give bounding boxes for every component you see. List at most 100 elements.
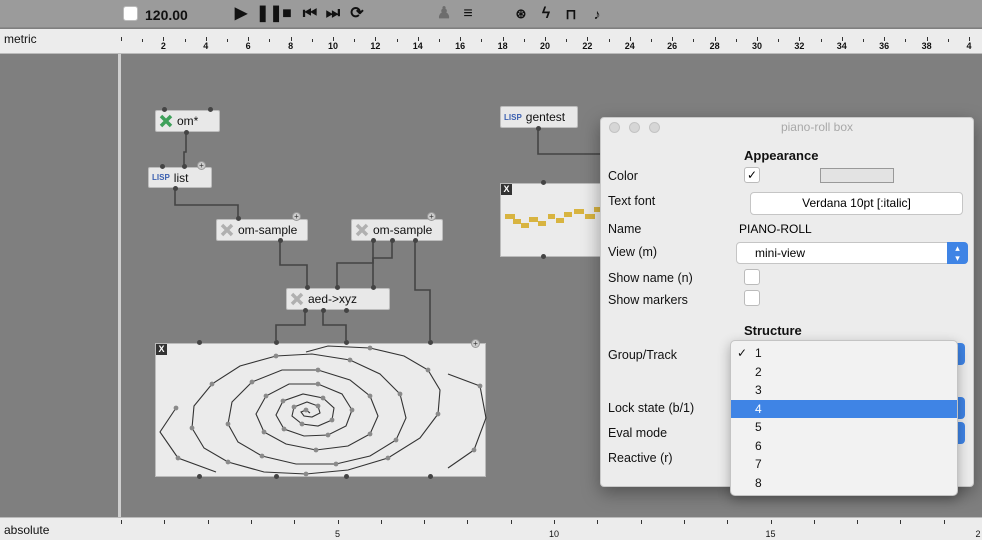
dropdown-option[interactable]: 3 [731,381,957,400]
box-label: list [173,170,189,185]
inlet[interactable] [344,340,349,345]
spiral-plot [159,345,487,477]
show-markers-checkbox[interactable] [744,290,760,306]
group-track-dropdown[interactable]: ✓ 1 2 3 4 5 6 7 8 [730,340,958,496]
ruler-tick [380,520,382,524]
inlet[interactable] [162,107,167,112]
option-label: 6 [755,438,762,453]
ruler-tick [813,520,815,524]
dropdown-option-highlighted[interactable]: 4 [731,399,957,418]
dropdown-option[interactable]: 2 [731,363,957,382]
ruler-tick-label: 15 [765,529,776,539]
option-label: 2 [755,364,762,379]
aed-xyz-box[interactable]: aed->xyz [286,288,390,310]
reactive-label: Reactive (r) [608,451,673,465]
gentest-box[interactable]: LISP gentest [500,106,578,128]
show-name-checkbox[interactable] [744,269,760,285]
connection [336,241,374,288]
connection [174,188,239,219]
outlet[interactable] [371,238,376,243]
om-sample-box[interactable]: om-sample [216,219,308,241]
add-input-icon[interactable]: + [471,339,480,348]
outlet[interactable] [173,186,178,191]
outlet[interactable] [428,474,433,479]
inlet[interactable] [208,107,213,112]
box-label: om-sample [238,223,298,237]
inlet[interactable] [160,164,165,169]
chevron-updown-icon: ▴ ▾ [947,242,968,264]
outlet[interactable] [184,130,189,135]
connection [279,241,308,288]
outlet[interactable] [344,474,349,479]
panel-title: piano-roll box [780,120,854,134]
inlet[interactable] [541,180,546,185]
om-sample-box-2[interactable]: om-sample [351,219,443,241]
outlet[interactable] [278,238,283,243]
dropdown-option[interactable]: 6 [731,437,957,456]
outlet[interactable] [274,474,279,479]
text-font-button[interactable]: Verdana 10pt [:italic] [750,192,963,215]
dropdown-option[interactable]: 8 [731,474,957,493]
view-label: View (m) [608,245,658,259]
show-markers-label: Show markers [608,293,688,307]
add-input-icon[interactable]: + [197,161,206,170]
inlet[interactable] [428,340,433,345]
ruler-tick [857,520,859,524]
dropdown-option[interactable]: ✓ 1 [731,344,957,363]
inlet[interactable] [182,164,187,169]
connection [537,128,600,155]
option-label: 5 [755,420,762,434]
absolute-ruler[interactable]: absolute 5 10 15 2 [0,517,982,540]
outlet[interactable] [321,308,326,313]
check-icon: ✓ [737,346,748,360]
view-select-value: mini-view [755,246,806,260]
color-checkbox[interactable]: ✓ [744,167,760,183]
box-label: aed->xyz [308,292,358,306]
ruler-tick [943,520,945,524]
list-box[interactable]: LISP list [148,167,212,188]
outlet[interactable] [197,474,202,479]
x-icon [290,292,304,306]
inlet[interactable] [236,216,241,221]
name-label: Name [608,222,642,236]
inlet[interactable] [335,285,340,290]
structure-header: Structure [744,323,802,338]
outlet[interactable] [344,308,349,313]
inlet[interactable] [371,285,376,290]
ruler-tick [554,520,555,524]
text-font-label: Text font [608,194,656,208]
ruler-tick [510,520,512,524]
lisp-badge: LISP [504,112,522,122]
ruler-tick [164,520,166,524]
connection [183,134,187,165]
option-label: 4 [755,401,762,416]
ruler-tick [900,520,902,524]
ruler-tick [337,520,339,524]
box-label: om* [177,114,199,128]
outlet[interactable] [303,308,308,313]
bpc-spiral-box[interactable]: X [155,343,487,477]
ruler-tick [207,520,209,524]
ruler-tick [467,520,469,524]
ruler-tick [640,520,642,524]
piano-roll-box[interactable]: X [500,183,603,257]
outlet[interactable] [413,238,418,243]
inlet[interactable] [305,285,310,290]
dropdown-option[interactable]: 5 [731,418,957,437]
om-times-box[interactable]: om* [155,110,220,132]
add-input-icon[interactable]: + [292,212,301,221]
piano-roll-notes [505,207,603,228]
outlet[interactable] [536,126,541,131]
inlet[interactable] [197,340,202,345]
view-select[interactable]: mini-view ▴ ▾ [736,242,968,264]
outlet[interactable] [541,254,546,259]
add-input-icon[interactable]: + [427,212,436,221]
x-icon [159,114,173,128]
outlet[interactable] [390,238,395,243]
dropdown-option[interactable]: 7 [731,455,957,474]
color-swatch[interactable] [820,168,894,183]
ruler-tick [250,520,252,524]
ruler-tick [424,520,426,524]
group-track-label: Group/Track [608,348,678,362]
inlet[interactable] [274,340,279,345]
